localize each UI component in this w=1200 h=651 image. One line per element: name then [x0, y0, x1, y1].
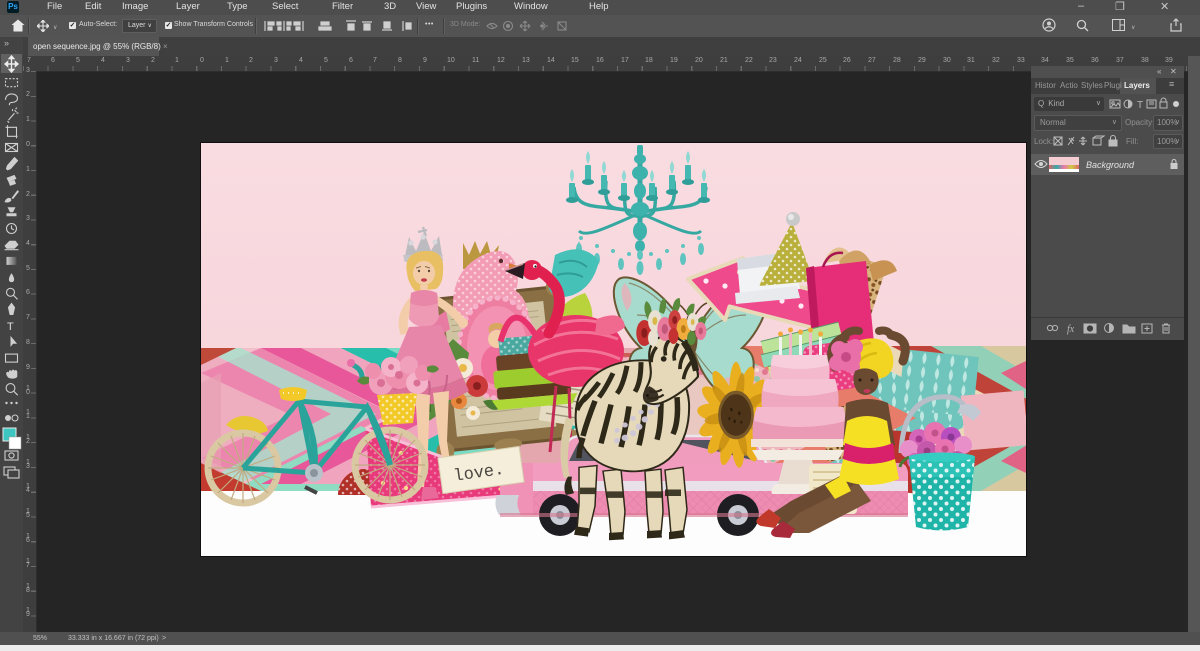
svg-text:T: T: [1137, 100, 1143, 111]
svg-text:fx: fx: [1067, 324, 1075, 335]
svg-text:»: »: [4, 38, 9, 48]
svg-text:T: T: [7, 321, 14, 333]
